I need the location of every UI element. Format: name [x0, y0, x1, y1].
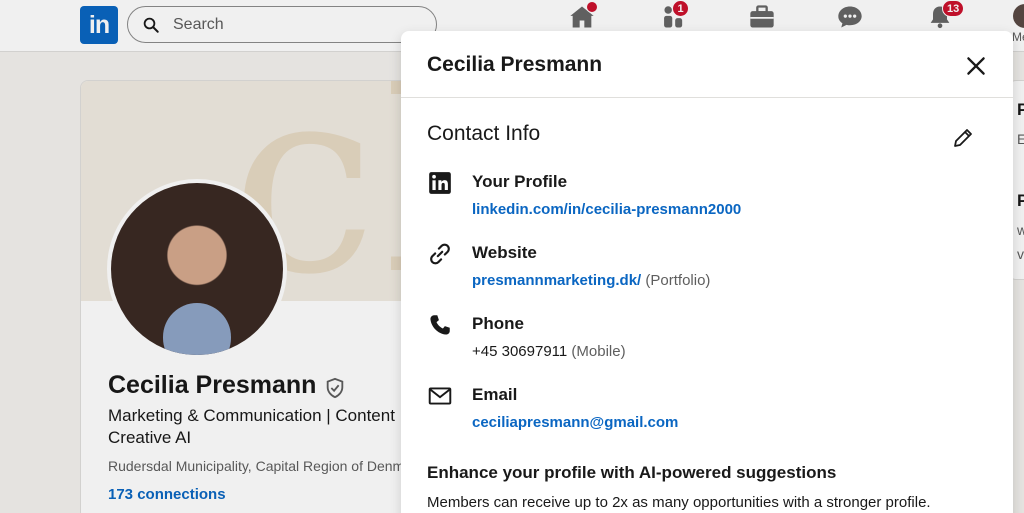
phone-value: +45 30697911 (Mobile) [472, 343, 626, 360]
link-icon [427, 241, 453, 267]
close-icon[interactable] [963, 53, 989, 79]
item-label: Email [472, 385, 518, 404]
website-link[interactable]: presmannmarketing.dk/ [472, 272, 641, 289]
item-label: Your Profile [472, 172, 568, 191]
section-title: Contact Info [427, 122, 541, 145]
profile-url-link[interactable]: linkedin.com/in/cecilia-presmann2000 [472, 201, 741, 218]
website-value: presmannmarketing.dk/ (Portfolio) [472, 272, 710, 289]
modal-title: Cecilia Presmann [427, 53, 603, 76]
phone-icon [427, 312, 453, 338]
email-icon [427, 383, 453, 409]
email-link[interactable]: ceciliapresmann@gmail.com [472, 414, 678, 431]
modal-header: Cecilia Presmann [401, 31, 1013, 98]
email-value: ceciliapresmann@gmail.com [472, 414, 678, 431]
website-qualifier: (Portfolio) [645, 272, 711, 289]
phone-qualifier: (Mobile) [571, 343, 626, 360]
edit-pencil-icon[interactable] [951, 126, 975, 150]
enhance-description: Members can receive up to 2x as many opp… [427, 494, 931, 511]
contact-info-modal: Cecilia Presmann Contact Info Your Profi… [401, 31, 1013, 513]
profile-url-value: linkedin.com/in/cecilia-presmann2000 [472, 201, 741, 218]
phone-number: +45 30697911 [472, 343, 568, 360]
item-label: Website [472, 243, 537, 262]
enhance-title: Enhance your profile with AI-powered sug… [427, 463, 837, 482]
linkedin-icon [427, 170, 453, 196]
item-label: Phone [472, 314, 524, 333]
